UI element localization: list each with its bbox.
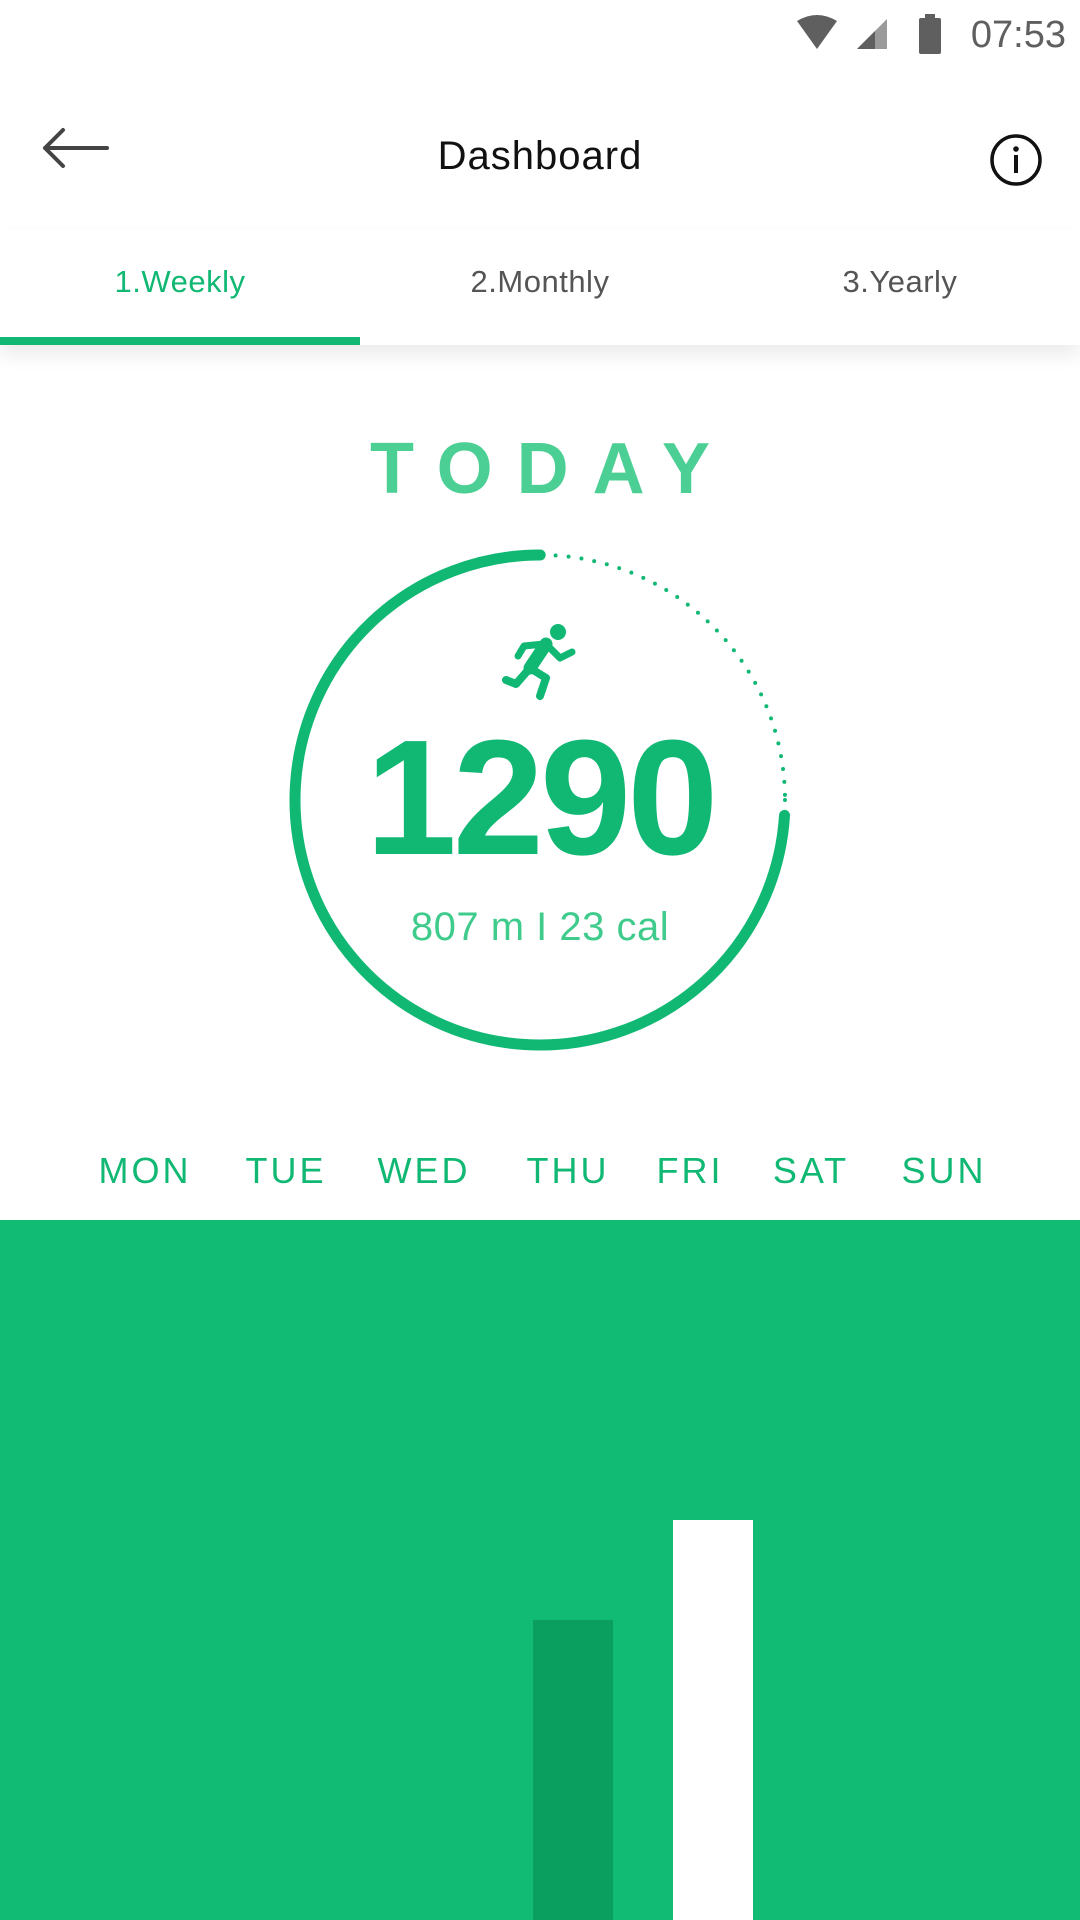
status-time: 07:53 [970, 13, 1066, 56]
battery-icon [918, 14, 941, 54]
bar-fri [673, 1520, 753, 1920]
weekly-steps-chart [0, 1220, 1080, 1920]
status-bar: 07:53 [0, 0, 1080, 70]
tab-weekly[interactable]: 1.Weekly [0, 230, 360, 345]
day-wed[interactable]: WED [378, 1150, 471, 1192]
bar-thu [533, 1620, 613, 1920]
step-count: 1290 [365, 706, 719, 889]
day-sat[interactable]: SAT [773, 1150, 849, 1192]
tab-monthly[interactable]: 2.Monthly [360, 230, 720, 345]
info-icon [990, 134, 1042, 186]
day-fri[interactable]: FRI [657, 1150, 724, 1192]
weekday-selector: MON TUE WED THU FRI SAT SUN [0, 1150, 1080, 1220]
info-button[interactable] [988, 132, 1044, 188]
today-heading: TODAY [369, 429, 735, 509]
day-sun[interactable]: SUN [901, 1150, 986, 1192]
tab-yearly[interactable]: 3.Yearly [720, 230, 1080, 345]
app-bar: Dashboard [0, 70, 1080, 250]
day-tue[interactable]: TUE [246, 1150, 327, 1192]
wifi-icon [796, 15, 837, 49]
day-mon[interactable]: MON [99, 1150, 192, 1192]
distance-calories: 807 m I 23 cal [410, 905, 670, 949]
cell-signal-icon [856, 19, 887, 49]
running-person-icon [502, 624, 576, 700]
active-tab-indicator [0, 337, 360, 345]
period-tabs: 1.Weekly 2.Monthly 3.Yearly [0, 230, 1080, 345]
day-thu[interactable]: THU [527, 1150, 610, 1192]
status-icons: 07:53 [795, 0, 1080, 70]
page-title: Dashboard [437, 134, 643, 178]
